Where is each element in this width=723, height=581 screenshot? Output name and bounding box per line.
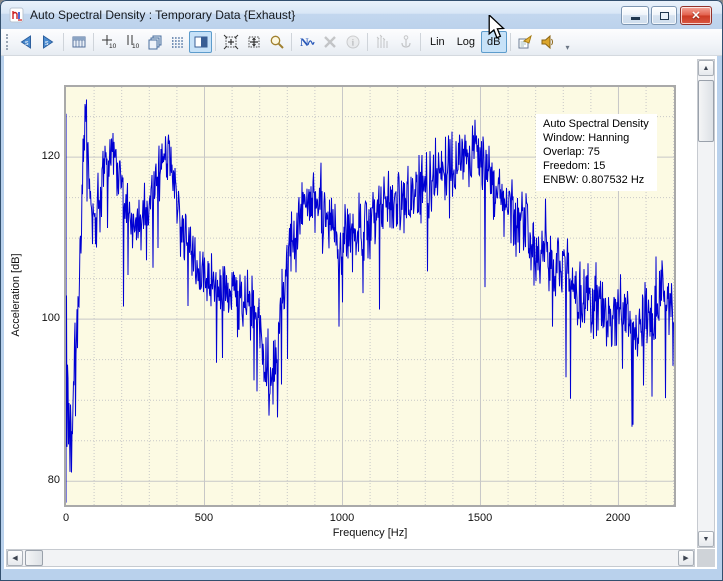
curve-fit-button[interactable]: N	[295, 31, 318, 53]
marker-harmonics-icon	[375, 34, 391, 50]
marker-anchor-button	[394, 31, 417, 53]
marker-anchor-icon	[398, 34, 414, 50]
toolbar-separator	[291, 33, 292, 51]
delete-cross-icon	[322, 34, 338, 50]
toolbar: s s 10 10	[1, 29, 722, 56]
chart-panel: Acceleration [dB] Frequency [Hz] 0 500 100…	[4, 56, 717, 569]
cursor-vertical-button[interactable]: 10	[120, 31, 143, 53]
svg-text:10: 10	[132, 43, 140, 50]
row-overlay-button[interactable]	[166, 31, 189, 53]
legend-line: Auto Spectral Density	[543, 117, 649, 131]
x-tick-label: 1000	[312, 512, 372, 524]
y-tick-label: 100	[18, 312, 60, 324]
marker-harmonics-button	[371, 31, 394, 53]
sound-replay-icon	[540, 34, 556, 50]
db-scale-button[interactable]: dB	[481, 31, 506, 53]
delete-cross-button	[318, 31, 341, 53]
close-icon: ✕	[691, 9, 700, 22]
cursor-vertical-icon: 10	[124, 34, 140, 50]
lin-scale-button[interactable]: Lin	[424, 31, 451, 53]
restore-button[interactable]	[651, 6, 677, 25]
toolbar-separator	[93, 33, 94, 51]
restore-icon	[660, 12, 669, 20]
scrollbar-corner	[697, 549, 715, 567]
cascade-layers-button[interactable]	[143, 31, 166, 53]
app-icon	[9, 7, 25, 23]
horizontal-scroll-thumb[interactable]	[25, 550, 43, 566]
next-display-button[interactable]: s	[37, 31, 60, 53]
export-report-button[interactable]	[514, 31, 537, 53]
minimize-button[interactable]	[621, 6, 649, 25]
y-axis-title: Acceleration [dB]	[10, 240, 22, 350]
scroll-left-button[interactable]: ◀	[7, 550, 23, 566]
magnifier-icon	[269, 34, 285, 50]
arrow-left-icon: ◀	[12, 554, 17, 562]
svg-text:N: N	[300, 35, 309, 49]
svg-text:s: s	[25, 40, 29, 47]
log-scale-button[interactable]: Log	[451, 31, 481, 53]
svg-text:10: 10	[109, 43, 117, 50]
magnifier-button[interactable]	[265, 31, 288, 53]
arrow-right-icon: ▶	[683, 554, 688, 562]
zoom-window-button[interactable]	[242, 31, 265, 53]
x-axis-title: Frequency [Hz]	[310, 527, 430, 539]
prev-display-icon: s	[17, 34, 34, 50]
title-bar[interactable]: Auto Spectral Density : Temporary Data {…	[1, 1, 722, 29]
legend-line: Freedom: 15	[543, 159, 649, 173]
info-icon: i	[345, 34, 361, 50]
toolbar-separator	[63, 33, 64, 51]
window-title: Auto Spectral Density : Temporary Data {…	[30, 8, 295, 22]
minimize-icon	[631, 17, 640, 20]
export-report-icon	[517, 34, 533, 50]
scroll-down-button[interactable]: ▼	[698, 531, 714, 547]
toolbar-grip[interactable]	[6, 34, 10, 50]
scroll-right-button[interactable]: ▶	[678, 550, 694, 566]
y-tick-label: 80	[18, 474, 60, 486]
toolbar-separator	[420, 33, 421, 51]
toolbar-separator	[367, 33, 368, 51]
y-tick-label: 120	[18, 150, 60, 162]
cursor-horizontal-button[interactable]: 10	[97, 31, 120, 53]
options-grid-button[interactable]	[67, 31, 90, 53]
options-grid-icon	[71, 34, 87, 50]
cursor-horizontal-icon: 10	[101, 34, 117, 50]
arrow-up-icon: ▲	[703, 65, 710, 72]
x-tick-label: 2000	[588, 512, 648, 524]
toolbar-separator	[215, 33, 216, 51]
curve-fit-icon: N	[299, 34, 315, 50]
close-button[interactable]: ✕	[680, 6, 712, 25]
vertical-scroll-thumb[interactable]	[698, 80, 714, 142]
prev-display-button[interactable]: s	[14, 31, 37, 53]
legend-line: ENBW: 0.807532 Hz	[543, 173, 649, 187]
toolbar-overflow-button[interactable]: ▾	[566, 43, 570, 55]
legend-box: Auto Spectral Density Window: Hanning Ov…	[536, 114, 657, 191]
cascade-layers-icon	[147, 34, 163, 50]
toolbar-separator	[510, 33, 511, 51]
zoom-extents-icon	[223, 34, 239, 50]
zoom-extents-button[interactable]	[219, 31, 242, 53]
x-tick-label: 500	[174, 512, 234, 524]
svg-text:s: s	[45, 40, 49, 47]
split-pane-button[interactable]	[189, 31, 212, 53]
legend-line: Overlap: 75	[543, 145, 649, 159]
split-pane-icon	[193, 34, 209, 50]
row-overlay-icon	[170, 34, 186, 50]
info-button: i	[341, 31, 364, 53]
x-tick-label: 1500	[450, 512, 510, 524]
vertical-scrollbar[interactable]: ▲ ▼	[697, 59, 715, 548]
zoom-window-icon	[246, 34, 262, 50]
legend-line: Window: Hanning	[543, 131, 649, 145]
app-window: Auto Spectral Density : Temporary Data {…	[0, 0, 723, 581]
sound-replay-button[interactable]	[537, 31, 560, 53]
next-display-icon: s	[40, 34, 57, 50]
horizontal-scrollbar[interactable]: ◀ ▶	[6, 549, 695, 567]
scroll-up-button[interactable]: ▲	[698, 60, 714, 76]
arrow-down-icon: ▼	[703, 536, 710, 543]
x-tick-label: 0	[36, 512, 96, 524]
